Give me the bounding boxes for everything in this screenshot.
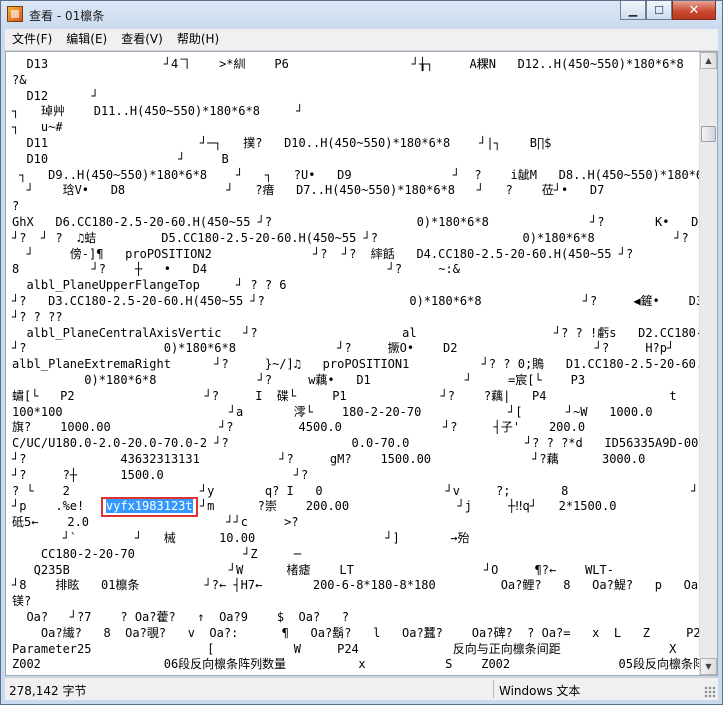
text-line: C/UC/U180.0-2.0-20.0-70.0-2 ┘? 0.0-70.0 … [12, 436, 700, 451]
caption-buttons: ▁ ☐ ✕ [620, 1, 716, 21]
text-line: D10 ┘ B [12, 151, 229, 166]
text-line: Parameter25 [ W P24 反向与正向檩条间距 X U [12, 641, 700, 656]
text-line: ┘8 排眩 01檩条 ┘?← ┤H7← 200-6-8*180-8*180 Oa… [12, 578, 700, 593]
text-line: ┘? D3.CC180-2.5-20-60.H(450~55 ┘? 0)*180… [12, 294, 700, 308]
scroll-up-icon[interactable]: ▲ [700, 52, 717, 69]
text-line: ┘ 傍-]¶ proPOSITION2 ┘? ┘? 繂餂 D4.CC180-2.… [26, 246, 634, 261]
text-line: Z002 06段反向檩条阵列数量 x S Z002 05段反向檩条阵列 [12, 657, 700, 672]
text-line: ? [12, 199, 20, 214]
text-line: ┘? ? ?? [12, 309, 63, 324]
text-line: D13 ┘4ヿ >*紃 P6 ┘╁┐ A粿N D12..H(450~550)*1… [12, 57, 700, 71]
text-line: 旗? 1000.00 ┘? 4500.0 ┘? ┤子' 200.0 ┘? ? ┘… [12, 420, 700, 435]
maximize-button[interactable]: ☐ [646, 1, 672, 20]
text-line: GhX D6.CC180-2.5-20-60.H(450~55 ┘? 0)*18… [12, 215, 700, 229]
text-line: ┐ D9..H(450~550)*180*6*8 ┘ ┐ ?U• D9 ┘ ? … [12, 167, 700, 182]
text-line: Q235B ┘W 楮瘧 LT ┘O ¶?← WLT- ┘9 ■ [33, 562, 614, 577]
menu-view[interactable]: 查看(V) [114, 29, 170, 50]
text-line: ┘? ?┼ 1500.0 ┘? [12, 467, 309, 482]
text-line: ┐ 琸艸 D11..H(450~550)*180*6*8 ┘ [12, 104, 304, 119]
text-line: 蟰[└ P2 ┘? I 碟└ P1 ┘? ?藕| P4 t ?蹴< [12, 388, 700, 403]
vertical-scrollbar[interactable]: ▲ ▼ [699, 52, 717, 675]
text-content-area[interactable]: D13 ┘4ヿ >*紃 P6 ┘╁┐ A粿N D12..H(450~550)*1… [6, 52, 700, 675]
menu-edit[interactable]: 编辑(E) [59, 29, 114, 50]
text-line: D11 ┘─┐ 撲? D10..H(450~550)*180*6*8 ┘|┐ B… [12, 136, 552, 150]
text-line: 8 ┘? ┼ • D4 ┘? ~:& [12, 262, 460, 277]
menu-file[interactable]: 文件(F) [5, 29, 59, 50]
text-line: albl_PlaneUpperFlangeTop ┘ ? ? 6 [12, 278, 287, 293]
text-line: albl_PlaneExtremaRight ┘? }~/]♫ proPOSIT… [12, 357, 700, 372]
text-line: albl_PlaneCentralAxisVertic ┘? al ┘? ? !… [26, 325, 700, 340]
encoding-status: Windows 文本 [499, 684, 581, 698]
text-line: 100*100 ┘a 澪└ 180-2-20-70 ┘[ ┘~W 1000.0 … [12, 404, 700, 419]
text-line: ┘? 0)*180*6*8 ┘? 撅O• D2 ┘? H?p┘ [12, 341, 675, 356]
text-line: ┘? ┘ ? ♫蛣 D5.CC180-2.5-20-60.H(450~55 ┘?… [12, 230, 689, 245]
window-title: 查看 - 01檩条 [29, 9, 105, 23]
text-line: ?& [12, 72, 27, 87]
text-line: CC180-2-20-70 ┘Z ─ [12, 546, 301, 561]
text-editor[interactable]: D13 ┘4ヿ >*紃 P6 ┘╁┐ A粿N D12..H(450~550)*1… [5, 51, 718, 676]
title-bar[interactable]: 查看 - 01檩条 ▁ ☐ ✕ [1, 1, 722, 29]
text-line: Oa? ┘?7 ? Oa?藿? ↑ Oa?9 $ Oa? ? [12, 610, 350, 624]
status-bar: 278,142 字节 Windows 文本 [5, 677, 718, 700]
minimize-button[interactable]: ▁ [620, 1, 646, 20]
text-line: D12 ┘ [12, 88, 99, 103]
resize-grip-icon[interactable] [704, 686, 716, 698]
file-size-status: 278,142 字节 [9, 684, 87, 698]
text-line: Oa?繊? 8 Oa?覗? v Oa?: ¶ Oa?鬍? l Oa?蠶? Oa?… [12, 625, 700, 640]
text-line: ┐ u~# [12, 120, 63, 135]
selection-highlight-box [100, 497, 198, 518]
app-icon [7, 6, 23, 22]
scroll-down-icon[interactable]: ▼ [700, 658, 717, 675]
text-line: 镁? [12, 594, 32, 609]
viewer-window: 查看 - 01檩条 ▁ ☐ ✕ 文件(F) 编辑(E) 查看(V) 帮助(H) … [0, 0, 723, 705]
text-line: ┘` ┘ 械 10.00 ┘] →殆 [12, 531, 470, 545]
text-line: 0)*180*6*8 ┘? w藕• D1 ┘ =宸[└ P3 ┘? [12, 373, 700, 387]
text-line: ┘ 琀V• D8 ┘ ?瘄 D7..H(450~550)*180*6*8 ┘ ?… [12, 183, 605, 198]
status-divider [493, 680, 494, 698]
scroll-thumb[interactable] [701, 126, 716, 142]
text-line: ? └ 2 ┘y q? I 0 ┘v ?; 8 ┘s dM蜯 0.00 [12, 483, 700, 498]
menu-bar: 文件(F) 编辑(E) 查看(V) 帮助(H) [5, 29, 718, 51]
menu-help[interactable]: 帮助(H) [170, 29, 226, 50]
close-button[interactable]: ✕ [672, 1, 716, 20]
text-line: ┘? 43632313131 ┘? gM? 1500.00 ┘?藕 3000.0 [12, 452, 646, 466]
